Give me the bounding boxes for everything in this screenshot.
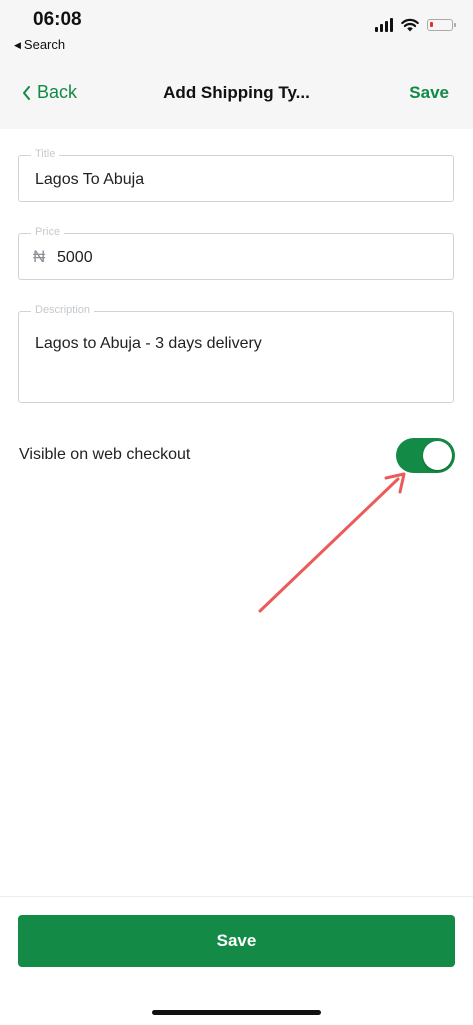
status-time: 06:08 — [33, 9, 82, 30]
title-field-label: Title — [31, 148, 60, 160]
header-save-button[interactable]: Save — [409, 83, 449, 103]
price-field-label: Price — [31, 226, 65, 238]
price-input[interactable]: 5000 — [57, 249, 93, 267]
description-field-label: Description — [31, 304, 95, 316]
price-field[interactable]: Price ₦ 5000 — [18, 226, 454, 280]
title-input[interactable]: Lagos To Abuja — [35, 171, 144, 189]
title-field[interactable]: Title Lagos To Abuja — [18, 148, 454, 202]
red-arrow-annotation — [258, 472, 406, 613]
status-icons — [375, 18, 456, 32]
visibility-toggle[interactable] — [396, 438, 455, 473]
description-field[interactable]: Description Lagos to Abuja - 3 days deli… — [18, 304, 454, 403]
back-triangle-icon: ◀ — [14, 40, 21, 50]
save-button[interactable]: Save — [18, 915, 455, 967]
home-indicator[interactable] — [152, 1010, 321, 1015]
battery-icon — [427, 19, 456, 31]
cellular-signal-icon — [375, 18, 393, 32]
toggle-knob — [423, 441, 452, 470]
back-app-label: Search — [23, 37, 66, 52]
wifi-icon — [401, 18, 419, 32]
page-title: Add Shipping Ty... — [163, 83, 310, 102]
naira-currency-icon: ₦ — [33, 247, 46, 266]
top-bar: 06:08 ◀ Search Back Add Shipping Ty... Sa… — [0, 0, 473, 129]
back-to-app-link[interactable]: ◀ Search — [14, 37, 65, 52]
description-textarea[interactable]: Lagos to Abuja - 3 days delivery — [35, 335, 262, 353]
visibility-label: Visible on web checkout — [19, 446, 191, 463]
